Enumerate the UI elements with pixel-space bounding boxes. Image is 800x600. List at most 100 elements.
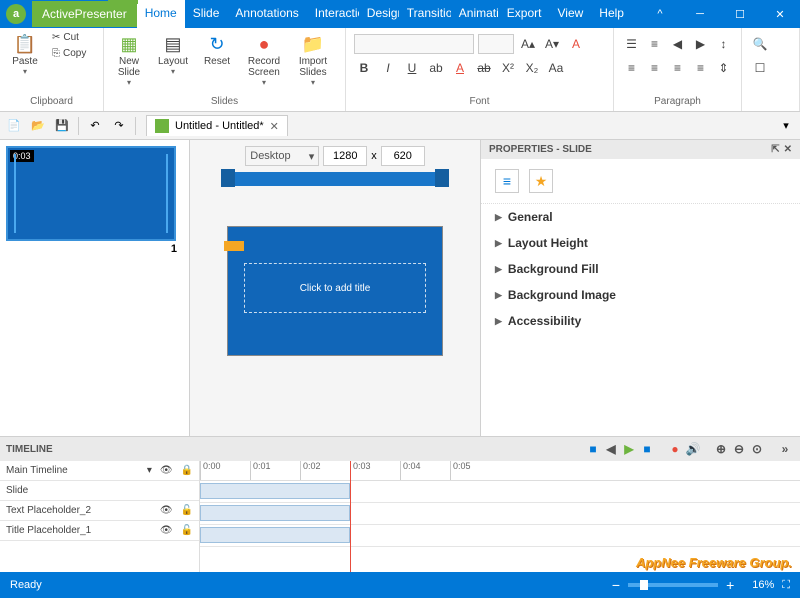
tab-transitions[interactable]: Transitions xyxy=(399,0,451,28)
copy-button[interactable]: ⎘Copy xyxy=(48,46,90,61)
star-props-tab-icon[interactable]: ★ xyxy=(529,169,553,193)
bold-button[interactable]: B xyxy=(354,58,374,78)
select-button[interactable]: ☐ xyxy=(750,58,770,78)
section-background-fill[interactable]: Background Fill xyxy=(481,256,800,282)
tab-help[interactable]: Help xyxy=(591,0,632,28)
height-input[interactable] xyxy=(381,146,425,166)
close-panel-icon[interactable]: ✕ xyxy=(784,144,792,155)
chevron-down-icon[interactable]: ▾ xyxy=(147,465,152,476)
underline-button[interactable]: U xyxy=(402,58,422,78)
zoom-thumb[interactable] xyxy=(640,580,648,590)
play-icon[interactable]: ▶ xyxy=(620,440,638,458)
reset-button[interactable]: ↻Reset xyxy=(196,30,238,69)
lock-icon[interactable]: 🔓 xyxy=(181,505,193,516)
align-center-button[interactable]: ≡ xyxy=(645,58,664,78)
track-bar-row[interactable] xyxy=(200,483,800,503)
zoom-slider[interactable] xyxy=(628,583,718,587)
title-placeholder[interactable]: Click to add title xyxy=(244,263,426,313)
zoom-in-icon[interactable]: + xyxy=(726,577,734,593)
track-title-placeholder[interactable]: Title Placeholder_1👁🔓 xyxy=(0,521,199,541)
indent-less-button[interactable]: ◀ xyxy=(668,34,687,54)
paste-button[interactable]: 📋 Paste ▾ xyxy=(4,30,46,78)
align-right-button[interactable]: ≡ xyxy=(668,58,687,78)
tab-home[interactable]: Home xyxy=(137,0,185,28)
tab-annotations[interactable]: Annotations xyxy=(227,0,306,28)
eye-icon[interactable]: 👁 xyxy=(160,525,173,536)
playhead[interactable] xyxy=(350,461,351,572)
cut-button[interactable]: ✂Cut xyxy=(48,30,90,45)
tab-view[interactable]: View xyxy=(549,0,591,28)
main-timeline-row[interactable]: Main Timeline ▾ 👁 🔒 xyxy=(0,461,199,481)
import-slides-button[interactable]: 📁Import Slides▾ xyxy=(290,30,336,89)
clip-bar[interactable] xyxy=(200,527,350,543)
save-icon[interactable]: 💾 xyxy=(52,116,72,136)
numbering-button[interactable]: ≡ xyxy=(645,34,664,54)
rewind-icon[interactable]: ◀ xyxy=(602,440,620,458)
eye-icon[interactable]: 👁 xyxy=(160,505,173,516)
maximize-icon[interactable]: ☐ xyxy=(720,0,760,28)
tab-design[interactable]: Design xyxy=(359,0,399,28)
stop-icon[interactable]: ■ xyxy=(638,440,656,458)
clear-format-icon[interactable]: A xyxy=(566,34,586,54)
tab-interactions[interactable]: Interactions xyxy=(307,0,359,28)
increase-font-icon[interactable]: A▴ xyxy=(518,34,538,54)
align-justify-button[interactable]: ≡ xyxy=(691,58,710,78)
indent-more-button[interactable]: ▶ xyxy=(691,34,710,54)
tab-animations[interactable]: Animations xyxy=(451,0,499,28)
redo-icon[interactable]: ↷ xyxy=(109,116,129,136)
font-size-select[interactable] xyxy=(478,34,514,54)
zoom-in-timeline-icon[interactable]: ⊕ xyxy=(712,440,730,458)
ruler-start-handle[interactable] xyxy=(221,169,235,187)
ruler-end-handle[interactable] xyxy=(435,169,449,187)
tab-export[interactable]: Export xyxy=(499,0,550,28)
slide-marker-icon[interactable] xyxy=(224,241,244,251)
bullets-button[interactable]: ☰ xyxy=(622,34,641,54)
track-slide[interactable]: Slide xyxy=(0,481,199,501)
clip-bar[interactable] xyxy=(200,483,350,499)
slide-thumbnail[interactable]: 0:03 xyxy=(6,146,176,241)
case-button[interactable]: Aa xyxy=(546,58,566,78)
zoom-out-icon[interactable]: − xyxy=(612,577,620,593)
lock-icon[interactable]: 🔒 xyxy=(181,465,193,476)
zoom-fit-timeline-icon[interactable]: ⊙ xyxy=(748,440,766,458)
device-select[interactable]: Desktop▾ xyxy=(245,146,319,166)
tab-slide[interactable]: Slide xyxy=(185,0,228,28)
slide-ruler[interactable] xyxy=(227,172,443,186)
layout-button[interactable]: ▤Layout▾ xyxy=(152,30,194,78)
minimize-icon[interactable]: ─ xyxy=(680,0,720,28)
find-button[interactable]: 🔍 xyxy=(750,34,770,54)
new-file-icon[interactable]: 📄 xyxy=(4,116,24,136)
record-screen-button[interactable]: ●Record Screen▾ xyxy=(240,30,288,89)
document-tab[interactable]: Untitled - Untitled* ✕ xyxy=(146,115,288,136)
section-general[interactable]: General xyxy=(481,204,800,230)
section-background-image[interactable]: Background Image xyxy=(481,282,800,308)
new-slide-button[interactable]: ▦New Slide▾ xyxy=(108,30,150,89)
slide-canvas[interactable]: Click to add title xyxy=(227,226,443,356)
strike-button[interactable]: ab xyxy=(474,58,494,78)
zoom-out-timeline-icon[interactable]: ⊖ xyxy=(730,440,748,458)
width-input[interactable] xyxy=(323,146,367,166)
track-bar-row[interactable] xyxy=(200,505,800,525)
highlight-button[interactable]: ab xyxy=(426,58,446,78)
section-layout-height[interactable]: Layout Height xyxy=(481,230,800,256)
line-spacing-button[interactable]: ↕ xyxy=(714,34,733,54)
record-audio-icon[interactable]: ● xyxy=(666,440,684,458)
open-file-icon[interactable]: 📂 xyxy=(28,116,48,136)
close-icon[interactable]: ✕ xyxy=(760,0,800,28)
lock-icon[interactable]: 🔓 xyxy=(181,525,193,536)
track-text-placeholder[interactable]: Text Placeholder_2👁🔓 xyxy=(0,501,199,521)
italic-button[interactable]: I xyxy=(378,58,398,78)
pin-icon[interactable]: ⇱ xyxy=(771,144,779,155)
section-accessibility[interactable]: Accessibility xyxy=(481,308,800,334)
volume-icon[interactable]: 🔊 xyxy=(684,440,702,458)
collapse-ribbon-icon[interactable]: ^ xyxy=(640,0,680,28)
track-bar-row[interactable] xyxy=(200,527,800,547)
clip-bar[interactable] xyxy=(200,505,350,521)
align-left-button[interactable]: ≡ xyxy=(622,58,641,78)
subscript-button[interactable]: X₂ xyxy=(522,58,542,78)
fit-zoom-icon[interactable]: ⛶ xyxy=(782,579,790,592)
font-family-select[interactable] xyxy=(354,34,474,54)
vertical-align-button[interactable]: ⇕ xyxy=(714,58,733,78)
more-timeline-icon[interactable]: » xyxy=(776,440,794,458)
font-color-button[interactable]: A xyxy=(450,58,470,78)
